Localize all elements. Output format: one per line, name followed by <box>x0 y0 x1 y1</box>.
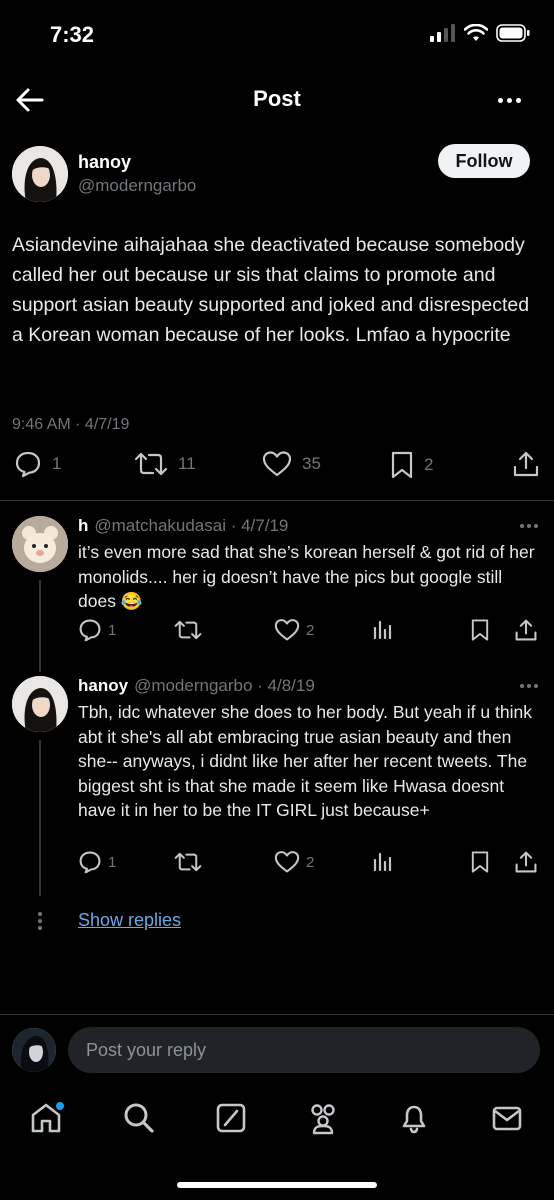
like-count: 2 <box>306 853 315 871</box>
tab-search[interactable] <box>121 1100 157 1136</box>
show-replies-link[interactable]: Show replies <box>78 910 181 931</box>
avatar[interactable] <box>12 676 68 732</box>
bookmark-icon <box>471 619 489 641</box>
repost-icon <box>174 852 202 872</box>
avatar-image <box>12 146 68 202</box>
reply-button[interactable]: 1 <box>14 450 61 478</box>
post-actions: 1 11 35 2 <box>0 450 554 490</box>
bookmark-icon <box>391 451 413 479</box>
bar-chart-icon <box>373 852 392 872</box>
tab-communities[interactable] <box>305 1100 341 1136</box>
share-button[interactable] <box>514 618 538 642</box>
reply-count: 1 <box>52 454 62 473</box>
status-time: 7:32 <box>50 22 95 47</box>
communities-icon <box>311 1104 335 1135</box>
bell-icon <box>402 1105 426 1134</box>
author-handle[interactable]: @moderngarbo <box>78 176 196 196</box>
battery-icon <box>496 24 530 42</box>
reply-header: h @matchakudasai · 4/7/19 <box>78 516 288 536</box>
repost-icon <box>174 620 202 640</box>
heart-icon <box>274 619 300 641</box>
more-horizontal-icon <box>498 97 503 103</box>
repost-count: 11 <box>178 454 196 473</box>
more-horizontal-icon <box>520 684 524 688</box>
like-button[interactable]: 2 <box>274 618 314 642</box>
search-icon <box>124 1103 154 1133</box>
reply-button[interactable]: 1 <box>78 618 116 642</box>
share-icon <box>515 851 537 873</box>
author-handle-date[interactable]: @moderngarbo · 4/8/19 <box>134 676 315 696</box>
share-button[interactable] <box>514 850 538 874</box>
chat-bubble-icon <box>79 851 101 874</box>
tab-home[interactable] <box>28 1100 64 1136</box>
thread-more-icon <box>38 912 42 930</box>
avatar-image <box>12 516 68 572</box>
avatar[interactable] <box>12 516 68 572</box>
bookmark-button[interactable]: 2 <box>390 450 433 480</box>
reply-text: Tbh, idc whatever she does to her body. … <box>78 702 532 820</box>
reply-actions: 1 2 <box>0 618 554 648</box>
like-count: 35 <box>302 454 321 473</box>
reply-count: 1 <box>108 621 117 639</box>
more-options-button[interactable] <box>520 684 538 688</box>
like-button[interactable]: 2 <box>274 850 314 874</box>
repost-button[interactable]: 11 <box>134 450 196 478</box>
avatar-image <box>12 1028 56 1072</box>
reply-actions: 1 2 <box>0 850 554 880</box>
wifi-icon <box>464 24 488 41</box>
reply-count: 1 <box>108 853 117 871</box>
repost-button[interactable] <box>174 618 202 642</box>
repost-icon <box>134 452 168 476</box>
reply-composer <box>0 1014 554 1084</box>
heart-icon <box>262 451 292 477</box>
share-icon <box>515 619 537 641</box>
views-button[interactable] <box>372 850 394 872</box>
tab-grok[interactable] <box>213 1100 249 1136</box>
reply-button[interactable]: 1 <box>78 850 116 874</box>
divider <box>0 500 554 501</box>
home-indicator <box>177 1182 377 1188</box>
more-options-button[interactable] <box>520 524 538 528</box>
heart-icon <box>274 851 300 873</box>
tab-notifications[interactable] <box>396 1100 432 1136</box>
more-horizontal-icon <box>520 524 524 528</box>
mail-icon <box>492 1106 522 1131</box>
reply-text: it’s even more sad that she’s korean her… <box>78 542 535 611</box>
signal-icon <box>430 24 455 42</box>
more-options-button[interactable] <box>498 88 530 112</box>
like-count: 2 <box>306 621 315 639</box>
bottom-tab-bar <box>0 1090 554 1150</box>
status-icons <box>430 24 530 42</box>
chat-bubble-icon <box>15 451 41 478</box>
page-title: Post <box>253 86 301 111</box>
chat-bubble-icon <box>79 619 101 642</box>
author-name[interactable]: hanoy <box>78 676 128 696</box>
avatar-image <box>12 676 68 732</box>
share-icon <box>513 451 539 477</box>
bookmark-button[interactable] <box>470 618 490 642</box>
bookmark-icon <box>471 851 489 873</box>
bookmark-count: 2 <box>424 455 434 474</box>
author-name[interactable]: h <box>78 516 88 536</box>
repost-button[interactable] <box>174 850 202 874</box>
post-text: Asiandevine aihajahaa she deactivated be… <box>12 234 530 346</box>
bookmark-button[interactable] <box>470 850 490 874</box>
like-button[interactable]: 35 <box>262 450 321 478</box>
share-button[interactable] <box>512 450 540 478</box>
status-bar: 7:32 <box>0 0 554 70</box>
post-timestamp: 9:46 AM · 4/7/19 <box>12 416 130 433</box>
author-handle-date[interactable]: @matchakudasai · 4/7/19 <box>94 516 288 536</box>
grok-icon <box>216 1103 246 1133</box>
avatar[interactable] <box>12 146 68 202</box>
nav-header: Post <box>0 70 554 130</box>
avatar[interactable] <box>12 1028 56 1072</box>
reply-header: hanoy @moderngarbo · 4/8/19 <box>78 676 315 696</box>
author-name[interactable]: hanoy <box>78 152 131 173</box>
follow-button[interactable]: Follow <box>438 144 530 178</box>
views-button[interactable] <box>372 618 394 640</box>
bar-chart-icon <box>373 620 392 640</box>
reply-input[interactable] <box>68 1027 540 1073</box>
notification-dot <box>56 1102 64 1110</box>
tab-messages[interactable] <box>489 1100 525 1136</box>
